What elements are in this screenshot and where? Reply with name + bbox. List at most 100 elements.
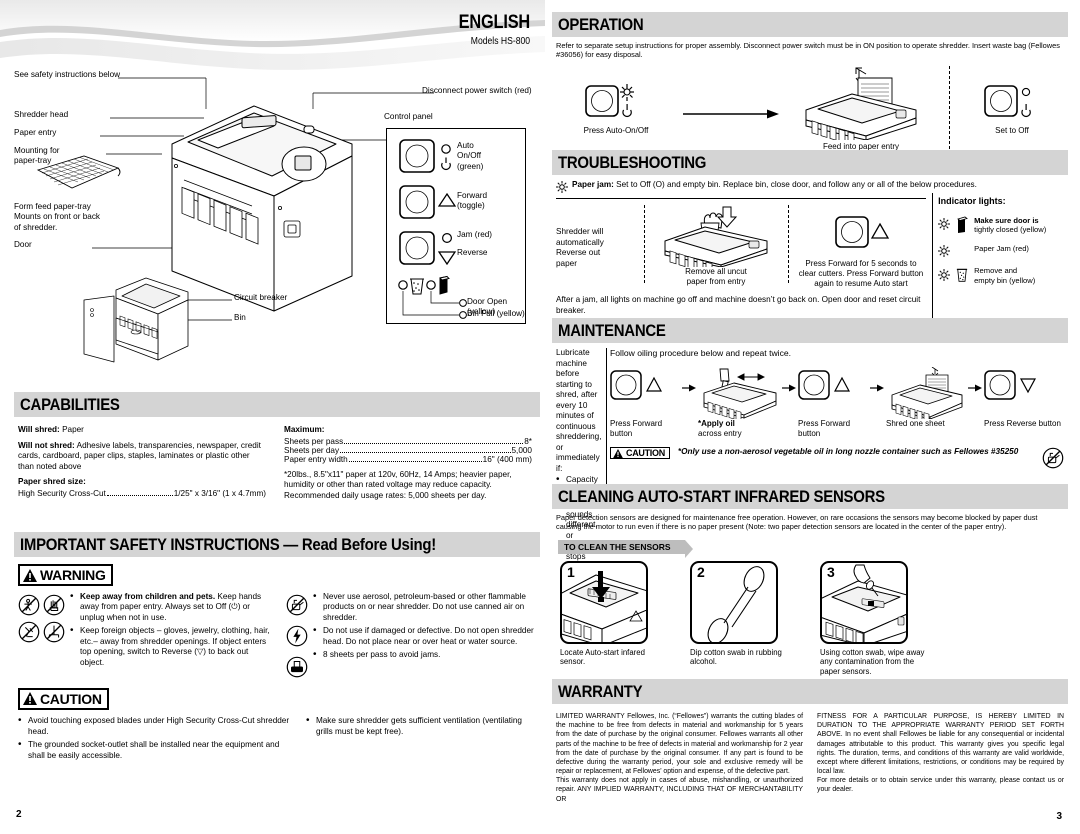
no-aerosol-icon (286, 594, 308, 615)
divider (787, 205, 789, 283)
paper-shred-size-label: Paper shred size: (18, 477, 86, 486)
troubleshooting-header: TROUBLESHOOTING (552, 150, 1068, 175)
spec-value: 5,000 (511, 445, 533, 455)
arrow-right-icon (968, 384, 982, 392)
maintenance-step-1: Press Forward button (610, 367, 682, 439)
spec-row: Sheets per pass 8* (284, 437, 532, 446)
spec-name: Sheets per pass (284, 436, 344, 446)
shred-type: High Security Cross-Cut (18, 488, 106, 498)
shredder-open-door-illustration (83, 277, 189, 363)
set-to-off-button-icon[interactable] (984, 80, 1040, 124)
label-circuit-breaker: Circuit breaker (234, 293, 288, 302)
warning-icons-left (18, 592, 65, 678)
cleaning-sensors-section: CLEANING AUTO-START INFRARED SENSORS Pap… (552, 484, 1068, 677)
warning-item: Keep away from children and pets. Keep h… (70, 591, 272, 624)
indicator-divider (931, 193, 933, 333)
label-door: Door (14, 240, 32, 249)
warranty-section: WARRANTY LIMITED WARRANTY Fellowes, Inc.… (552, 679, 1068, 804)
indicator-lights-panel: Indicator lights: Make sure door is tigh… (938, 193, 1064, 333)
arrow-right-icon (683, 109, 779, 118)
forward-button-icon[interactable] (798, 367, 860, 405)
panel-label-auto-on-off: Auto On/Off (green) (457, 141, 484, 171)
language-title: ENGLISH (458, 12, 531, 33)
page-number-right: 3 (1056, 811, 1062, 822)
label-form-feed-paper-tray: Form feed paper-tray Mounts on front or … (14, 202, 101, 232)
maintenance-step-4: Shred one sheet (886, 367, 968, 429)
caution-list-right: Make sure shredder gets sufficient venti… (306, 715, 540, 764)
warning-label: WARNING (40, 567, 106, 583)
operation-title: OPERATION (558, 14, 644, 34)
sensor-step-number: 1 (567, 563, 575, 580)
paper-jam-label: Paper jam: (572, 180, 614, 189)
troubleshooting-section: TROUBLESHOOTING Paper jam: Set to Off (O… (552, 150, 1068, 333)
indicator-rest: Remove and empty bin (yellow) (974, 265, 1036, 285)
paper-jam-text: Set to Off (O) and empty bin. Replace bi… (616, 180, 977, 189)
forward-triangle-icon (438, 192, 456, 207)
warning-item: Never use aerosol, petroleum-based or ot… (313, 591, 540, 624)
label-control-panel: Control panel (384, 112, 433, 121)
safety-header: IMPORTANT SAFETY INSTRUCTIONS — Read Bef… (14, 532, 540, 557)
sensor-step-3: 3 Using cotton swab, wipe away any conta… (820, 560, 950, 678)
warranty-title: WARRANTY (558, 681, 643, 701)
forward-button-icon[interactable] (610, 367, 672, 405)
sensor-step-number: 2 (697, 563, 705, 580)
maintenance-title: MAINTENANCE (558, 320, 666, 340)
spec-name: Sheets per day (284, 445, 340, 455)
warning-badge: WARNING (18, 564, 113, 586)
no-children-icon (18, 594, 40, 615)
indicator-rest: tightly closed (yellow) (974, 225, 1047, 235)
control-panel-diagram: Auto On/Off (green) Forward (toggle) Jam… (386, 128, 526, 324)
indicator-row: Paper Jam (red) (938, 244, 1064, 257)
indicator-bold: Make sure door is (974, 215, 1039, 225)
shred-size-value: 1/25" x 3/16" (1 x 4.7mm) (173, 488, 266, 498)
maintenance-note-text: Lubricate machine before starting to shr… (556, 348, 602, 473)
label-paper-entry: Paper entry (14, 128, 57, 137)
panel-label-bin-full: Bin Full (yellow) (467, 309, 525, 318)
operation-header: OPERATION (552, 12, 1068, 37)
capabilities-header: CAPABILITIES (14, 392, 540, 417)
safety-section: IMPORTANT SAFETY INSTRUCTIONS — Read Bef… (14, 532, 540, 764)
caution-item: Avoid touching exposed blades under High… (18, 715, 292, 737)
caution-triangle-icon (23, 692, 37, 705)
operation-step-2: Feed into paper entry and release (786, 66, 936, 162)
maintenance-divider (606, 348, 608, 488)
indicator-rest: Paper Jam (red) (974, 243, 1029, 253)
capabilities-left-column: Will shred: Paper Will not shred: Adhesi… (18, 425, 266, 501)
jam-led-and-reverse-triangle-icon (438, 232, 456, 265)
auto-on-off-button-icon[interactable] (585, 80, 647, 124)
warning-item: Keep foreign objects – gloves, jewelry, … (70, 625, 272, 668)
operation-arrow (676, 66, 786, 162)
troubleshooting-footer: After a jam, all lights on machine go of… (556, 295, 921, 315)
label-bin: Bin (234, 313, 246, 322)
auto-on-off-button-icon[interactable] (399, 139, 435, 173)
forward-button-icon[interactable] (830, 213, 892, 253)
power-led-icon (441, 144, 451, 171)
indicator-text: Make sure door is tightly closed (yellow… (974, 216, 1046, 235)
feed-paper-illustration (805, 67, 917, 140)
operation-step-3: Set to Off (962, 66, 1062, 162)
maintenance-step-2-caption: across entry (698, 429, 742, 438)
reverse-button-icon[interactable] (984, 367, 1046, 405)
remove-uncut-paper-illustration (664, 206, 768, 267)
warranty-header: WARRANTY (552, 679, 1068, 704)
label-mounting-for-paper-tray: Mounting for paper-tray (14, 146, 60, 166)
caution-label: CAUTION (40, 690, 102, 707)
product-diagram: See safety instructions below Shredder h… (14, 56, 540, 386)
maintenance-step-3-caption: Press Forward button (798, 419, 851, 438)
panel-label-reverse: Reverse (457, 248, 488, 257)
sensor-step-number: 3 (827, 563, 835, 580)
warning-item: 8 sheets per pass to avoid jams. (313, 649, 540, 661)
will-shred-value: Paper (62, 425, 84, 434)
panel-label-forward: Forward (toggle) (457, 191, 488, 211)
to-clean-the-sensors-tag: TO CLEAN THE SENSORS (558, 539, 693, 558)
forward-button-icon[interactable] (399, 185, 435, 219)
maintenance-step-2-caption-bold: *Apply oil (698, 419, 735, 428)
troubleshooting-step-2: Remove all uncut paper from entry (652, 205, 780, 287)
reverse-button-icon[interactable] (399, 231, 435, 265)
spec-row: Sheets per day 5,000 (284, 446, 532, 455)
caution-item: The grounded socket-outlet shall be inst… (18, 739, 292, 761)
warning-list-right: Never use aerosol, petroleum-based or ot… (313, 591, 540, 678)
sensor-step-3-caption: Using cotton swab, wipe away any contami… (820, 647, 925, 677)
sensor-step-2: 2 Dip cotton swab in rubbing alcohol. (690, 560, 798, 678)
operation-intro: Refer to separate setup instructions for… (556, 41, 1060, 60)
